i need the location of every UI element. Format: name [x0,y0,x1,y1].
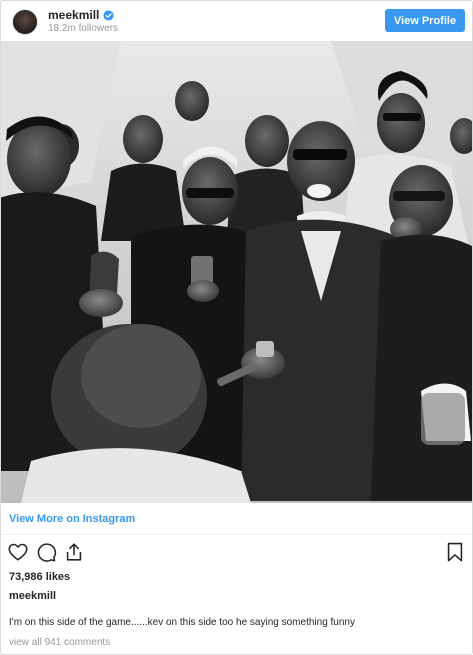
post-image [1,41,472,503]
view-comments-link[interactable]: view all 941 comments [9,637,110,648]
heart-icon[interactable] [7,541,29,563]
action-bar [1,541,472,565]
follower-count: 18.2m followers [48,23,119,34]
share-icon[interactable] [63,541,85,563]
view-more-link[interactable]: View More on Instagram [9,513,135,525]
verified-badge-icon [103,9,114,21]
instagram-embed-card: meekmill 18.2m followers View Profile Vi… [0,0,473,655]
avatar[interactable] [12,9,38,35]
username-row: meekmill [48,7,114,23]
bookmark-icon[interactable] [444,541,466,563]
caption-username[interactable]: meekmill [9,590,56,602]
caption-text: I'm on this side of the game......kev on… [9,617,355,628]
divider [1,534,472,535]
username-link[interactable]: meekmill [48,8,99,22]
comment-icon[interactable] [35,541,57,563]
view-profile-button[interactable]: View Profile [385,9,465,32]
post-header: meekmill 18.2m followers View Profile [1,1,472,41]
like-count[interactable]: 73,986 likes [9,571,70,583]
post-photo[interactable] [1,41,472,503]
